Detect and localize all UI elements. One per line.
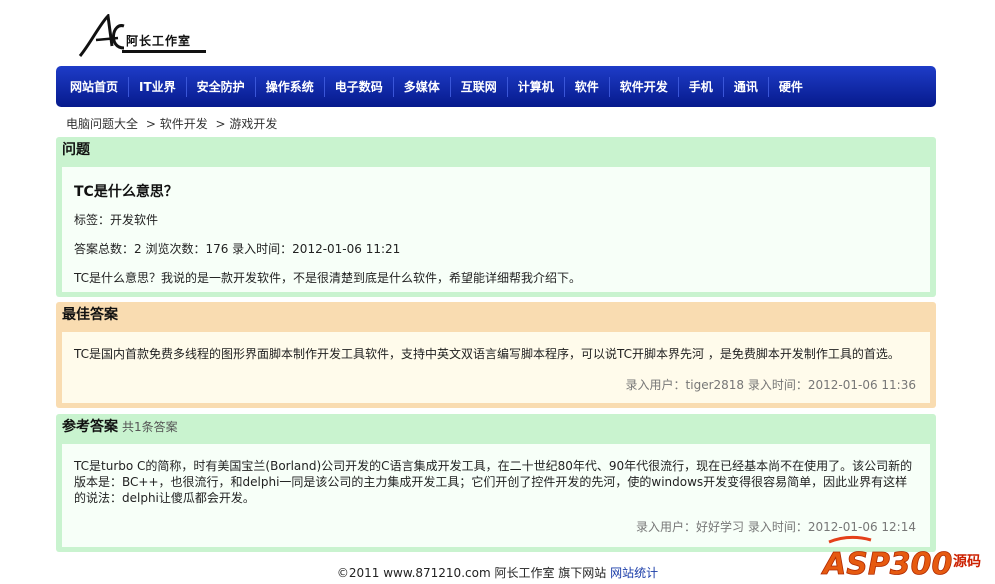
question-body: TC是什么意思？ 标签：开发软件 答案总数：2 浏览次数：176 录入时间：20… — [62, 167, 930, 292]
best-answer-body: TC是国内首款免费多线程的图形界面脚本制作开发工具软件，支持中英文双语言编写脚本… — [62, 332, 930, 403]
main-nav: 网站首页 IT业界 安全防护 操作系统 电子数码 多媒体 互联网 计算机 软件 软件开发 手机 通讯硬… — [56, 66, 936, 107]
reference-answer-header: 参考答案 共1条答案 — [56, 414, 936, 440]
best-answer-panel: 最佳答案 TC是国内首款免费多线程的图形界面脚本制作开发工具软件，支持中英文双语… — [56, 302, 936, 408]
reference-answer-user-label: 录入用户： — [636, 520, 697, 534]
question-panel: 问题 TC是什么意思？ 标签：开发软件 答案总数：2 浏览次数：176 录入时间… — [56, 137, 936, 297]
reference-answer-count: 共1条答案 — [122, 420, 178, 434]
nav-item[interactable]: 多媒体 — [394, 76, 451, 97]
breadcrumb-item-game-dev[interactable]: > 游戏开发 — [216, 117, 278, 131]
reference-answer-title: 参考答案 — [62, 419, 118, 435]
nav-item[interactable]: 软件开发 — [610, 76, 679, 97]
question-tags: 标签：开发软件 — [74, 213, 159, 227]
breadcrumb-item-software-dev[interactable]: > 软件开发 — [146, 117, 208, 131]
footer-stats-link[interactable]: 网站统计 — [610, 566, 658, 580]
reference-answer-user: 好好学习 — [696, 520, 745, 534]
reference-answer-panel: 参考答案 共1条答案 TC是turbo C的简称，时有美国宝兰(Borland)公… — [56, 414, 936, 552]
reference-answer-text: TC是turbo C的简称，时有美国宝兰(Borland)公司开发的C语言集成开… — [74, 459, 913, 505]
best-answer-text: TC是国内首款免费多线程的图形界面脚本制作开发工具软件，支持中英文双语言编写脚本… — [74, 347, 900, 361]
nav-item[interactable]: 手机 — [679, 76, 724, 97]
question-header: 问题 — [62, 142, 90, 158]
best-answer-meta: 录入用户：tiger2818 录入时间：2012-01-06 11:36 — [625, 378, 916, 392]
question-title: TC是什么意思？ — [74, 184, 178, 200]
breadcrumb: 电脑问题大全 > 软件开发 > 游戏开发 — [66, 115, 281, 132]
logo-text: 阿长工作室 — [126, 34, 192, 48]
svg-text:ASP300: ASP300 — [821, 547, 952, 580]
question-text: TC是什么意思？我说的是一款开发软件，不是很清楚到底是什么软件，希望能详细帮我介… — [74, 271, 582, 285]
breadcrumb-item-home[interactable]: 电脑问题大全 — [66, 117, 138, 131]
nav-item[interactable]: 网站首页 — [60, 76, 130, 97]
nav-item[interactable]: 安全防护 — [187, 76, 256, 97]
best-answer-header: 最佳答案 — [62, 307, 118, 323]
svg-text:源码: 源码 — [953, 553, 981, 570]
nav-item[interactable]: IT业界 — [129, 76, 187, 97]
nav-item[interactable]: 硬件 — [769, 77, 813, 97]
nav-item[interactable]: 通讯 — [724, 76, 769, 97]
nav-item[interactable]: 电子数码 — [325, 76, 394, 97]
site-logo[interactable]: 阿长工作室 — [78, 12, 208, 60]
nav-item[interactable]: 互联网 — [451, 76, 508, 97]
question-stats: 答案总数：2 浏览次数：176 录入时间：2012-01-06 11:21 — [74, 242, 401, 256]
watermark-logo: ASP300 源码 — [819, 532, 987, 582]
reference-answer-body: TC是turbo C的简称，时有美国宝兰(Borland)公司开发的C语言集成开… — [62, 444, 930, 547]
nav-item[interactable]: 操作系统 — [256, 76, 325, 97]
asp300-logo-icon: ASP300 源码 — [821, 535, 981, 582]
footer-text: ©2011 www.871210.com 阿长工作室 旗下网站 — [336, 566, 607, 580]
nav-item[interactable]: 软件 — [565, 76, 610, 97]
nav-item[interactable]: 计算机 — [508, 76, 565, 97]
